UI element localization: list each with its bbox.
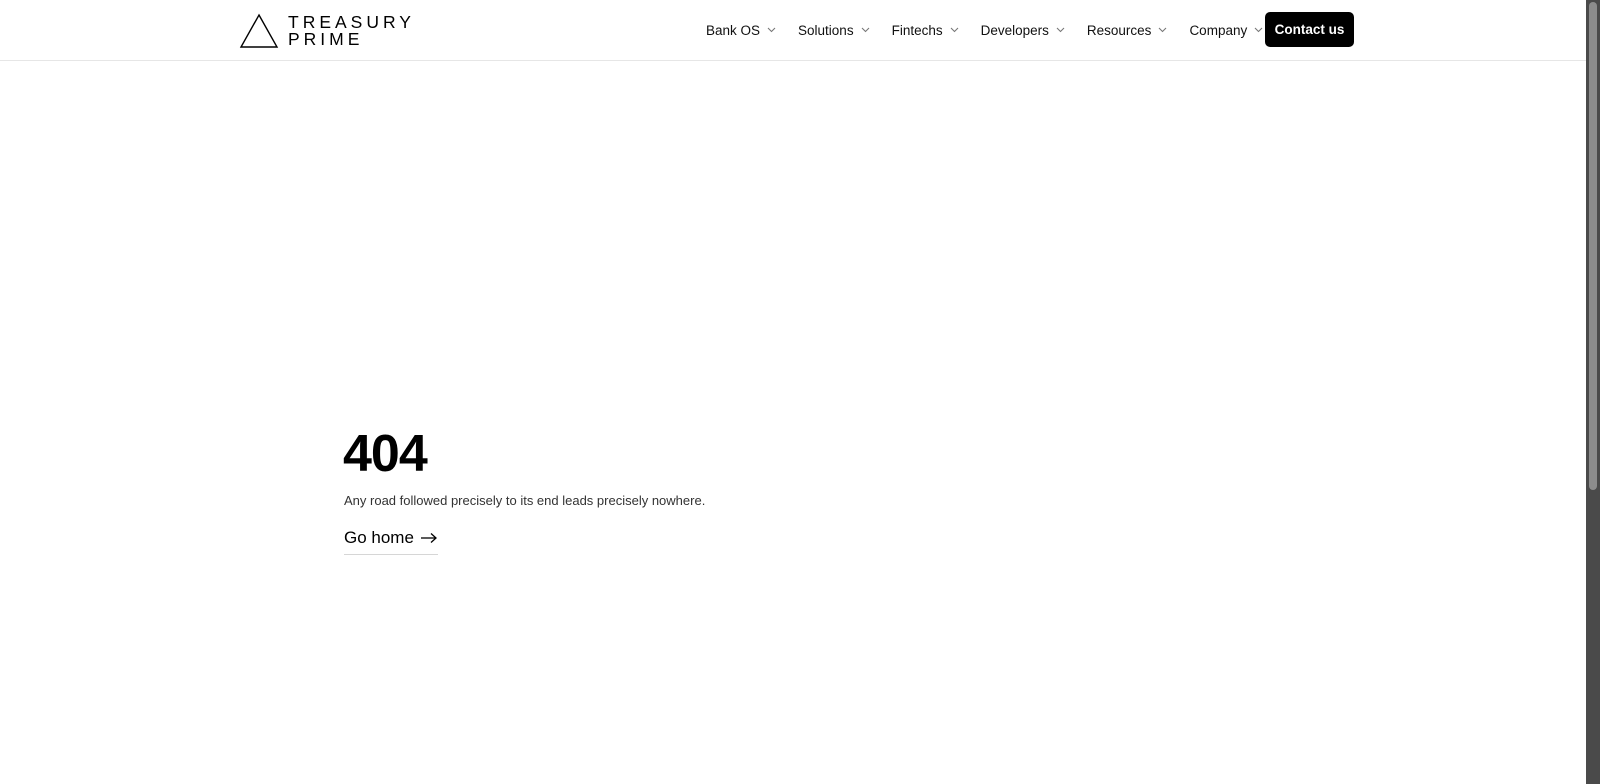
logo-wordmark: TREASURY PRIME (288, 13, 415, 49)
nav-item-label: Solutions (798, 22, 854, 38)
arrow-right-icon (420, 533, 437, 543)
main-nav: Bank OS Solutions Fintechs Developers Re… (706, 0, 1285, 60)
site-header: TREASURY PRIME Bank OS Solutions Fintech… (0, 0, 1586, 61)
nav-item-label: Fintechs (891, 22, 943, 38)
error-code: 404 (343, 425, 428, 483)
chevron-down-icon (861, 27, 869, 33)
logo[interactable]: TREASURY PRIME (239, 13, 415, 49)
chevron-down-icon (1254, 27, 1263, 33)
nav-item-developers[interactable]: Developers (981, 23, 1065, 38)
nav-item-fintechs[interactable]: Fintechs (892, 23, 959, 38)
scrollbar-thumb[interactable] (1589, 2, 1597, 490)
nav-item-label: Resources (1086, 22, 1152, 38)
go-home-label: Go home (344, 528, 414, 547)
contact-us-button[interactable]: Contact us (1265, 12, 1354, 47)
nav-item-resources[interactable]: Resources (1087, 23, 1168, 38)
chevron-down-icon (1159, 27, 1167, 33)
nav-item-label: Company (1189, 22, 1248, 38)
nav-item-solutions[interactable]: Solutions (798, 23, 870, 38)
chevron-down-icon (950, 27, 958, 33)
nav-item-label: Developers (980, 22, 1049, 38)
logo-line-2: PRIME (288, 29, 364, 49)
nav-item-company[interactable]: Company (1189, 23, 1263, 38)
triangle-logo-icon (239, 13, 279, 48)
chevron-down-icon (1056, 27, 1065, 33)
chevron-down-icon (767, 27, 776, 33)
go-home-link[interactable]: Go home (344, 528, 438, 555)
error-message: Any road followed precisely to its end l… (344, 493, 706, 508)
nav-item-bank-os[interactable]: Bank OS (706, 23, 776, 38)
nav-item-label: Bank OS (706, 22, 761, 38)
vertical-scrollbar[interactable] (1586, 0, 1600, 784)
